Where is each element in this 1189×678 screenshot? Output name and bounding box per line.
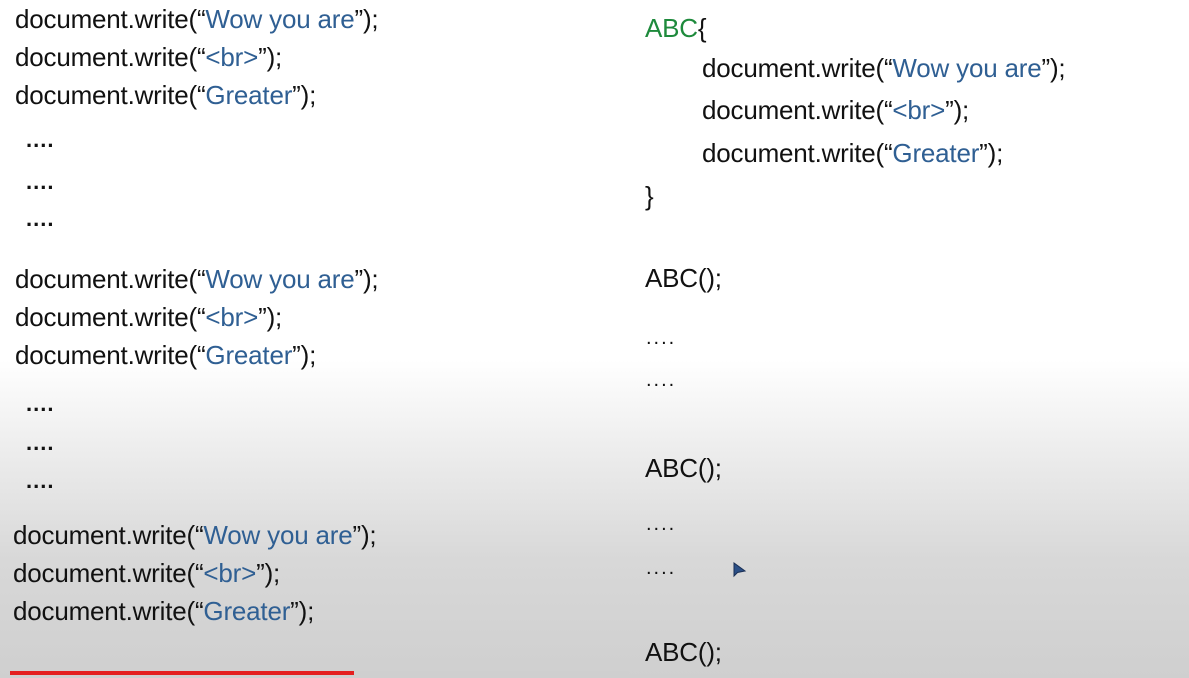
code-line: document.write(“Greater”); xyxy=(15,80,317,110)
function-call: ABC(); xyxy=(645,263,722,293)
code-line: document.write(“Greater”); xyxy=(13,596,315,626)
ellipsis-line: .... xyxy=(26,468,55,493)
function-header: ABC{ xyxy=(645,13,707,43)
ellipsis-line: .... xyxy=(26,391,55,416)
code-line: document.write(“<br>”); xyxy=(702,95,970,125)
ellipsis-line: .... xyxy=(646,369,677,391)
ellipsis-line: .... xyxy=(26,206,55,231)
ellipsis-line: .... xyxy=(26,127,55,152)
mouse-pointer-icon xyxy=(733,562,747,578)
code-line: document.write(“<br>”); xyxy=(15,42,283,72)
progress-bar-played[interactable] xyxy=(10,671,354,675)
ellipsis-line: .... xyxy=(646,557,677,579)
code-line: document.write(“Wow you are”); xyxy=(15,4,379,34)
function-name: ABC xyxy=(645,13,698,43)
code-line: document.write(“<br>”); xyxy=(13,558,281,588)
code-line: document.write(“Wow you are”); xyxy=(702,53,1066,83)
progress-bar-buffered[interactable] xyxy=(354,671,629,675)
closing-brace: } xyxy=(645,181,654,211)
code-line: document.write(“<br>”); xyxy=(15,302,283,332)
ellipsis-line: .... xyxy=(26,430,55,455)
ellipsis-line: .... xyxy=(26,169,55,194)
function-call: ABC(); xyxy=(645,637,722,667)
code-line: document.write(“Wow you are”); xyxy=(15,264,379,294)
code-line: document.write(“Wow you are”); xyxy=(13,520,377,550)
ellipsis-line: .... xyxy=(646,327,677,349)
code-line: document.write(“Greater”); xyxy=(702,138,1004,168)
function-call: ABC(); xyxy=(645,453,722,483)
ellipsis-line: .... xyxy=(646,513,677,535)
code-line: document.write(“Greater”); xyxy=(15,340,317,370)
